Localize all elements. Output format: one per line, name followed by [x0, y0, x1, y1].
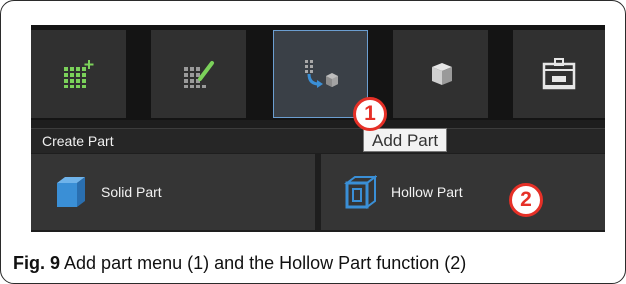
hollow-cube-icon [344, 175, 377, 209]
cube-tool-button[interactable] [393, 30, 488, 118]
figure-caption: Fig. 9 Add part menu (1) and the Hollow … [13, 253, 466, 274]
add-part-tool-button[interactable] [273, 30, 368, 118]
hollow-part-label: Hollow Part [391, 184, 463, 200]
solid-cube-icon [57, 177, 85, 207]
toolbar [31, 25, 605, 120]
caption-label: Fig. 9 [13, 253, 61, 273]
solid-part-label: Solid Part [101, 184, 162, 200]
cube-icon [431, 63, 452, 85]
callout-badge-one: 1 [353, 97, 387, 131]
hollow-part-button[interactable]: Hollow Part [321, 154, 605, 230]
add-part-tooltip: Add Part [363, 128, 448, 152]
caption-text: Add part menu (1) and the Hollow Part fu… [64, 253, 467, 273]
edit-grid-tool-button[interactable] [151, 30, 246, 118]
section-title: Create Part [42, 133, 114, 149]
printer-icon [542, 58, 576, 90]
printer-tool-button[interactable] [513, 30, 605, 118]
add-grid-tool-button[interactable] [31, 30, 126, 118]
figure-frame: Create Part Solid Part Hollow Part Add P… [0, 0, 626, 284]
create-part-header: Create Part [31, 128, 605, 153]
solid-part-button[interactable]: Solid Part [31, 154, 315, 230]
add-part-icon [304, 60, 338, 88]
add-grid-icon [63, 60, 93, 88]
edit-grid-icon [183, 61, 214, 88]
callout-badge-two: 2 [509, 183, 543, 217]
